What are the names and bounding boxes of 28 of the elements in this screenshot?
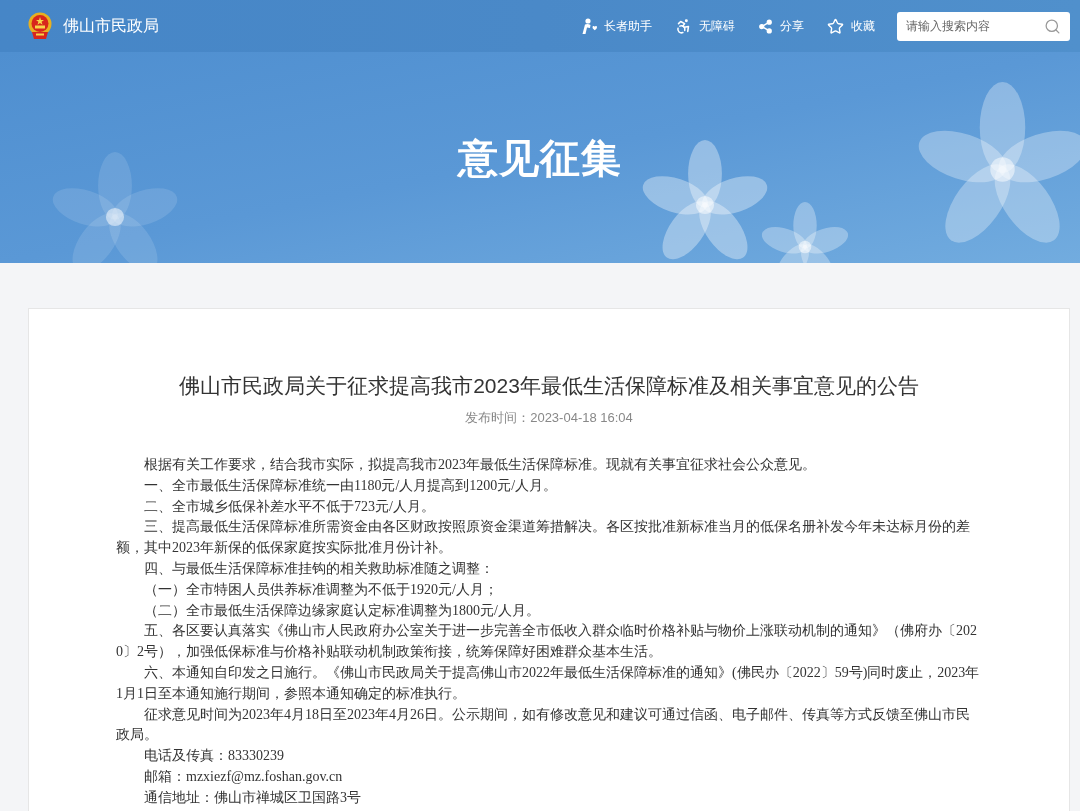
header-link[interactable]: 收藏: [827, 17, 875, 35]
search-field[interactable]: 请输入搜索内容: [897, 11, 1070, 41]
banner-title: 意见征集: [458, 134, 622, 182]
share-icon: [758, 18, 773, 34]
paragraph: 邮箱：mzxiezf@mz.foshan.gov.cn: [143, 767, 344, 786]
paragraph: 电话及传真：83330239: [143, 747, 285, 766]
publish-time: 发布时间：2023-04-18 16:04: [465, 409, 633, 427]
paragraph: 三、提高最低生活保障标准所需资金由各区财政按照原资金渠道筹措解决。各区按批准新标准当月的低保名册补发今年未达标月份的差额，其中2023年新保的低保家庭按实际批准月份计补。: [116, 518, 971, 558]
paragraph: （一）全市特困人员供养标准调整为不低于1920元/人月；: [143, 580, 499, 599]
paragraph: 四、与最低生活保障标准挂钩的相关救助标准随之调整：: [143, 560, 495, 578]
wheelchair-icon: [675, 17, 692, 35]
header-link[interactable]: 分享: [758, 18, 804, 34]
header-link[interactable]: 无障碍: [675, 17, 735, 35]
article-title: 佛山市民政局关于征求提高我市2023年最低生活保障标准及相关事宜意见的公告: [178, 373, 920, 399]
paragraph: 五、各区要认真落实《佛山市人民政府办公室关于进一步完善全市低收入群众临时价格补贴与物价上涨联动机制的通知》（佛府办〔2020〕2号），加强低保标准与价格补贴联动机制政策衔接，统筹保障好困难群众基本生活。: [116, 622, 978, 662]
header-link[interactable]: 长者助手: [582, 18, 652, 34]
paragraph: 征求意见时间为2023年4月18日至2023年4月26日。公示期间，如有修改意见和建议可通过信函、电子邮件、传真等方式反馈至佛山市民政局。: [116, 705, 971, 745]
person-heart-icon: [582, 18, 597, 34]
paragraph: 二、全市城乡低保补差水平不低于723元/人月。: [143, 497, 436, 516]
site-name: 佛山市民政局: [63, 16, 159, 36]
paragraph: 根据有关工作要求，结合我市实际，拟提高我市2023年最低生活保障标准。现就有关事宜征求社会公众意见。: [143, 456, 817, 474]
paragraph: （二）全市最低生活保障边缘家庭认定标准调整为1800元/人月。: [143, 601, 541, 620]
search-icon[interactable]: [1044, 17, 1061, 35]
paragraph: 六、本通知自印发之日施行。《佛山市民政局关于提高佛山市2022年最低生活保障标准的通知》(佛民办〔2022〕59号)同时废止，2023年1月1日至本通知施行期间，参照本通知确定的标准执行。: [116, 663, 981, 703]
paragraph: 通信地址：佛山市禅城区卫国路3号: [143, 788, 362, 807]
star-icon: [827, 17, 844, 35]
emblem-icon: [28, 12, 52, 40]
paragraph: 一、全市最低生活保障标准统一由1180元/人月提高到1200元/人月。: [143, 476, 559, 495]
